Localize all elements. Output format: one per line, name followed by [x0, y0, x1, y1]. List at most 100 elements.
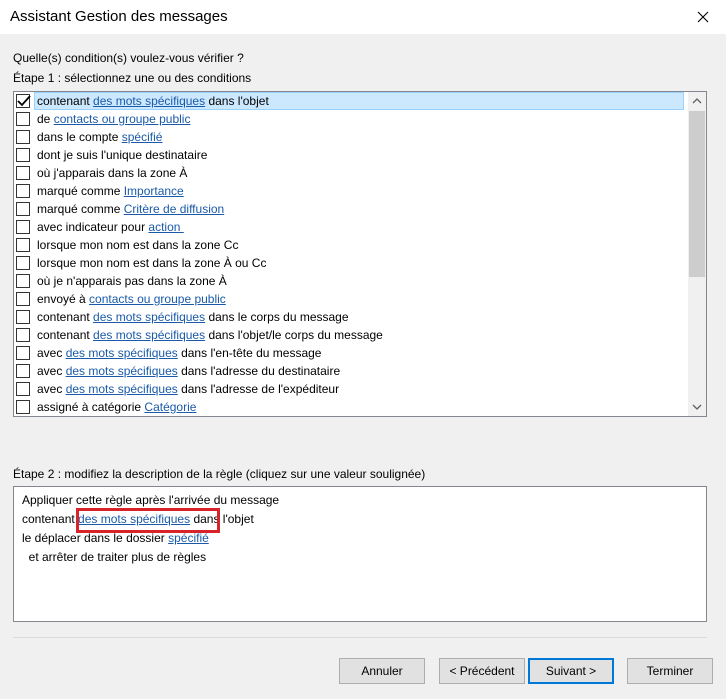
condition-link[interactable]: action: [148, 220, 183, 234]
condition-checkbox[interactable]: [16, 94, 31, 108]
condition-item[interactable]: avec indicateur pour action: [14, 218, 688, 236]
close-icon: [697, 11, 709, 23]
condition-label: dont je suis l'unique destinataire: [35, 147, 209, 163]
previous-button[interactable]: < Précédent: [439, 658, 525, 684]
condition-link[interactable]: Importance: [124, 184, 184, 198]
condition-link[interactable]: des mots spécifiques: [93, 94, 205, 108]
condition-checkbox[interactable]: [16, 328, 30, 342]
specific-words-link[interactable]: des mots spécifiques: [78, 512, 190, 526]
condition-text-wrap: assigné à catégorie Catégorie: [35, 399, 198, 415]
condition-text: contenant: [37, 328, 94, 342]
condition-item[interactable]: où j'apparais dans la zone À: [14, 164, 688, 182]
condition-item[interactable]: marqué comme Importance: [14, 182, 688, 200]
next-button[interactable]: Suivant >: [528, 658, 614, 684]
condition-text: contenant: [37, 94, 94, 108]
conditions-scrollbar[interactable]: [688, 92, 706, 416]
condition-item[interactable]: contenant des mots spécifiques dans le c…: [14, 308, 688, 326]
condition-item[interactable]: dans le compte spécifié: [14, 128, 688, 146]
condition-checkbox[interactable]: [16, 184, 30, 198]
scroll-thumb[interactable]: [689, 111, 705, 277]
condition-link[interactable]: Catégorie: [144, 400, 196, 414]
conditions-listbox[interactable]: contenant des mots spécifiques dans l'ob…: [13, 91, 707, 417]
condition-label: avec des mots spécifiques dans l'adresse…: [35, 381, 341, 397]
condition-text-wrap: avec des mots spécifiques dans l'adresse…: [35, 363, 342, 379]
condition-item[interactable]: assigné à catégorie Catégorie: [14, 398, 688, 416]
condition-link[interactable]: des mots spécifiques: [66, 364, 178, 378]
condition-item[interactable]: envoyé à contacts ou groupe public: [14, 290, 688, 308]
condition-checkbox[interactable]: [16, 148, 30, 162]
window-title: Assistant Gestion des messages: [10, 8, 228, 25]
condition-checkbox[interactable]: [16, 346, 30, 360]
scroll-up-button[interactable]: [688, 92, 706, 110]
condition-link[interactable]: spécifié: [122, 130, 163, 144]
condition-item[interactable]: avec des mots spécifiques dans l'adresse…: [14, 380, 688, 398]
condition-item[interactable]: de contacts ou groupe public: [14, 110, 688, 128]
rules-wizard-window: Assistant Gestion des messages Quelle(s)…: [0, 0, 726, 699]
condition-label: avec indicateur pour action: [35, 219, 186, 235]
condition-link[interactable]: des mots spécifiques: [93, 310, 205, 324]
close-button[interactable]: [680, 0, 726, 34]
condition-item[interactable]: contenant des mots spécifiques dans l'ob…: [14, 326, 688, 344]
condition-text: marqué comme: [37, 202, 124, 216]
condition-link[interactable]: des mots spécifiques: [93, 328, 205, 342]
finish-button[interactable]: Terminer: [627, 658, 713, 684]
condition-text: où je n'apparais pas dans la zone À: [37, 274, 227, 288]
condition-text-wrap: lorsque mon nom est dans la zone À ou Cc: [35, 255, 268, 271]
condition-checkbox[interactable]: [16, 220, 30, 234]
condition-text-wrap: contenant des mots spécifiques dans l'ob…: [35, 327, 385, 343]
condition-checkbox[interactable]: [16, 292, 30, 306]
condition-label: marqué comme Critère de diffusion: [35, 201, 226, 217]
condition-text-wrap: contenant des mots spécifiques dans le c…: [35, 309, 351, 325]
condition-item[interactable]: avec des mots spécifiques dans l'en-tête…: [14, 344, 688, 362]
specified-folder-link[interactable]: spécifié: [168, 531, 209, 545]
condition-item[interactable]: dont je suis l'unique destinataire: [14, 146, 688, 164]
condition-text-wrap: où j'apparais dans la zone À: [35, 165, 189, 181]
condition-link[interactable]: contacts ou groupe public: [89, 292, 226, 306]
description-line: contenant des mots spécifiques dans l'ob…: [22, 510, 698, 529]
condition-text-wrap: marqué comme Importance: [35, 183, 186, 199]
condition-link[interactable]: des mots spécifiques: [66, 382, 178, 396]
description-line: et arrêter de traiter plus de règles: [22, 550, 207, 564]
condition-checkbox[interactable]: [16, 310, 30, 324]
condition-checkbox[interactable]: [16, 202, 30, 216]
condition-text-wrap: contenant des mots spécifiques dans l'ob…: [34, 92, 684, 110]
condition-item[interactable]: contenant des mots spécifiques dans l'ob…: [14, 92, 688, 110]
cancel-button[interactable]: Annuler: [339, 658, 425, 684]
condition-checkbox[interactable]: [16, 256, 30, 270]
description-text: contenant: [22, 512, 79, 526]
condition-text: où j'apparais dans la zone À: [37, 166, 188, 180]
condition-text-wrap: envoyé à contacts ou groupe public: [35, 291, 228, 307]
condition-label: de contacts ou groupe public: [35, 111, 192, 127]
condition-link[interactable]: des mots spécifiques: [66, 346, 178, 360]
condition-checkbox[interactable]: [16, 112, 30, 126]
condition-link[interactable]: Critère de diffusion: [124, 202, 225, 216]
condition-item[interactable]: où je n'apparais pas dans la zone À: [14, 272, 688, 290]
condition-text: lorsque mon nom est dans la zone À ou Cc: [37, 256, 267, 270]
condition-checkbox[interactable]: [16, 400, 30, 414]
condition-label: dans le compte spécifié: [35, 129, 164, 145]
condition-checkbox[interactable]: [16, 274, 30, 288]
condition-text: envoyé à: [37, 292, 90, 306]
condition-checkbox[interactable]: [16, 238, 30, 252]
condition-label: assigné à catégorie Catégorie: [35, 399, 198, 415]
description-text: le déplacer dans le dossier: [22, 531, 169, 545]
condition-item[interactable]: marqué comme Critère de diffusion: [14, 200, 688, 218]
condition-checkbox[interactable]: [16, 382, 30, 396]
condition-checkbox[interactable]: [16, 130, 30, 144]
condition-text: lorsque mon nom est dans la zone Cc: [37, 238, 239, 252]
condition-text: avec: [37, 382, 66, 396]
condition-item[interactable]: avec des mots spécifiques dans l'adresse…: [14, 362, 688, 380]
condition-text-wrap: avec indicateur pour action: [35, 219, 186, 235]
condition-text: dans l'adresse du destinataire: [177, 364, 341, 378]
condition-label: contenant des mots spécifiques dans l'ob…: [34, 92, 684, 110]
condition-checkbox[interactable]: [16, 364, 30, 378]
question-label: Quelle(s) condition(s) voulez-vous vérif…: [13, 51, 244, 65]
conditions-list: contenant des mots spécifiques dans l'ob…: [14, 92, 688, 416]
condition-item[interactable]: lorsque mon nom est dans la zone Cc: [14, 236, 688, 254]
scroll-down-button[interactable]: [688, 398, 706, 416]
condition-text-wrap: dans le compte spécifié: [35, 129, 164, 145]
condition-checkbox[interactable]: [16, 166, 30, 180]
condition-link[interactable]: contacts ou groupe public: [54, 112, 191, 126]
condition-item[interactable]: lorsque mon nom est dans la zone À ou Cc: [14, 254, 688, 272]
separator: [13, 637, 707, 638]
